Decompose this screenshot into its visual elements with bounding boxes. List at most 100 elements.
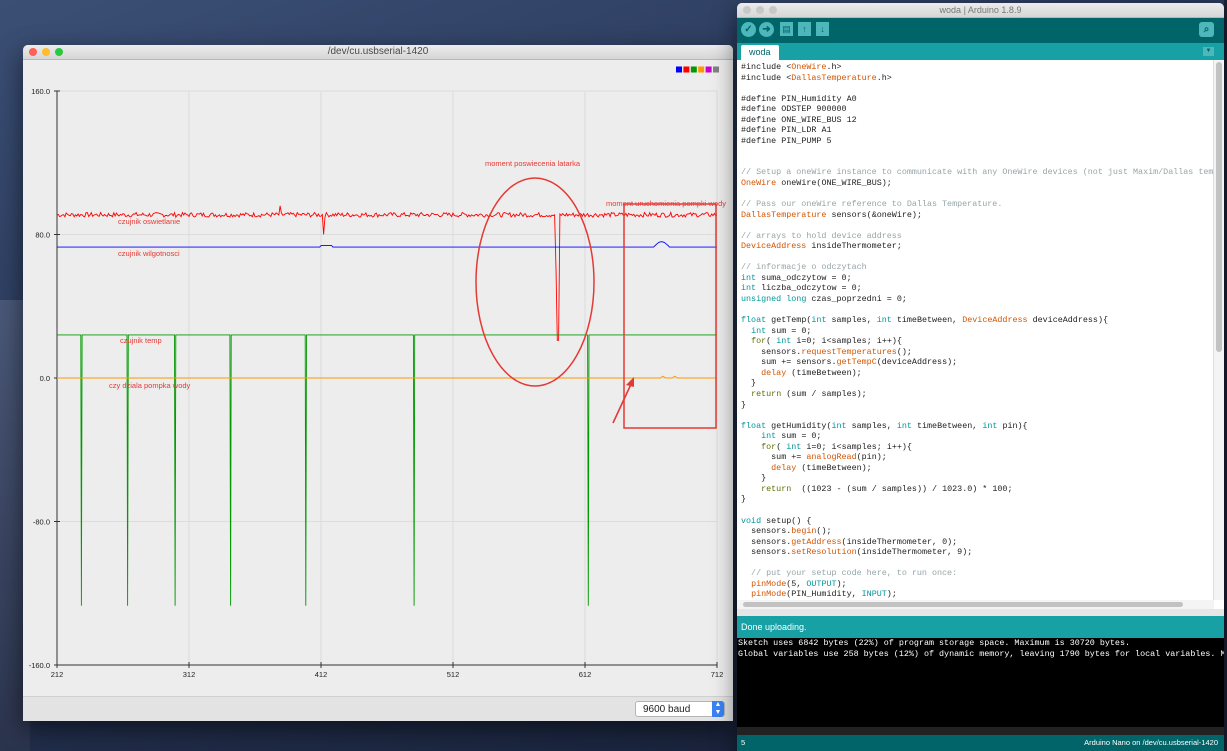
ide-tabbar: woda ▼ [737, 43, 1224, 60]
code-line: return ((1023 - (sum / samples)) / 1023.… [761, 483, 1013, 494]
y-tick-label: 0.0 [40, 374, 50, 383]
y-tick-label: -160.0 [29, 661, 50, 670]
annotation-flashlight-moment: moment poswiecenia latarka [485, 159, 581, 168]
x-tick-label: 412 [315, 670, 328, 679]
code-line: return (sum / samples); [751, 388, 867, 399]
code-line: void setup() { [741, 515, 812, 526]
legend-swatch [713, 66, 719, 73]
line-number: 5 [741, 738, 746, 747]
code-line: pinMode(PIN_Humidity, INPUT); [751, 589, 897, 600]
code-line: #define ODSTEP 900000 [741, 104, 847, 115]
code-line: #include <DallasTemperature.h> [741, 72, 892, 83]
legend-swatch [676, 66, 682, 73]
verify-check-icon[interactable]: ✓ [741, 22, 756, 37]
code-line: for( int i=0; i<samples; i++){ [761, 441, 912, 452]
legend-swatch [690, 66, 697, 73]
source-code[interactable]: #include <OneWire.h> #include <DallasTemp… [737, 60, 1214, 600]
pane-divider[interactable] [737, 609, 1224, 616]
minimize-window-button[interactable] [42, 48, 50, 56]
minimize-window-button[interactable] [756, 6, 764, 14]
code-line: float getHumidity(int samples, int timeB… [741, 420, 1028, 431]
code-line: pinMode(5, OUTPUT); [751, 578, 847, 589]
code-line: // arrays to hold device address [741, 230, 902, 241]
close-window-button[interactable] [29, 48, 37, 56]
zoom-window-button[interactable] [55, 48, 63, 56]
open-file-icon[interactable]: ↑ [798, 22, 811, 36]
code-line: #include <OneWire.h> [741, 62, 842, 72]
tab-menu-chevron-icon[interactable]: ▼ [1203, 47, 1214, 56]
editor-horizontal-scrollbar[interactable] [737, 600, 1214, 609]
code-line: unsigned long czas_poprzedni = 0; [741, 294, 907, 305]
upload-arrow-icon[interactable]: ➜ [759, 22, 774, 37]
annotation-arrow-shaft [612, 381, 633, 424]
new-file-icon[interactable]: ▤ [780, 22, 793, 36]
output-console: Sketch uses 6842 bytes (22%) of program … [737, 638, 1224, 735]
plotter-title: /dev/cu.usbserial-1420 [327, 46, 429, 57]
series-line-blue [57, 241, 717, 248]
scrollbar-thumb[interactable] [1216, 62, 1222, 352]
code-line: delay (timeBetween); [771, 462, 872, 473]
code-line: // Setup a oneWire instance to communica… [741, 167, 1214, 178]
ide-title: woda | Arduino 1.8.9 [939, 5, 1022, 15]
board-info: Arduino Nano on /dev/cu.usbserial-1420 [1084, 738, 1218, 747]
code-line: DallasTemperature sensors(&oneWire); [741, 209, 922, 220]
code-line: } [741, 494, 747, 505]
plotter-titlebar[interactable]: /dev/cu.usbserial-1420 [23, 45, 733, 60]
close-window-button[interactable] [743, 6, 751, 14]
code-line: int sum = 0; [751, 325, 812, 336]
serial-plotter-window: /dev/cu.usbserial-1420 160.0 80.0 0.0 -80.0… [23, 45, 733, 721]
x-tick-label: 512 [447, 670, 460, 679]
annotation-circle [475, 177, 595, 387]
code-line: #define PIN_Humidity A0 [741, 93, 857, 104]
x-tick-label: 712 [711, 670, 724, 679]
tab-woda[interactable]: woda [741, 45, 779, 60]
save-file-icon[interactable]: ↓ [816, 22, 829, 36]
serial-monitor-icon[interactable]: ⌕ [1199, 22, 1214, 37]
ide-titlebar[interactable]: woda | Arduino 1.8.9 [737, 3, 1224, 18]
ide-footer: 5 Arduino Nano on /dev/cu.usbserial-1420 [737, 735, 1224, 751]
code-editor[interactable]: #include <OneWire.h> #include <DallasTemp… [737, 60, 1214, 600]
console-scrollbar[interactable] [737, 727, 1224, 735]
annotation-pump-running: czy dziala pompka wody [109, 381, 191, 390]
select-arrows-icon: ▲ ▼ [712, 701, 724, 717]
plot-area: 160.0 80.0 0.0 -80.0 -160.0 212 312 412 512 612 71… [23, 60, 733, 696]
scrollbar-thumb[interactable] [743, 602, 1183, 607]
y-tick-label: 160.0 [31, 87, 50, 96]
code-line: // put your setup code here, to run once… [741, 568, 958, 579]
baud-rate-select[interactable]: 9600 baud ▲ ▼ [635, 701, 725, 717]
y-tick-label: 80.0 [35, 231, 50, 240]
y-tick-label: -80.0 [33, 518, 50, 527]
baud-rate-value: 9600 baud [643, 704, 691, 715]
code-line: sensors.begin(); [751, 526, 832, 537]
code-line: } [741, 473, 767, 484]
code-line: #define PIN_LDR A1 [741, 125, 832, 136]
code-line: sensors.getAddress(insideThermometer, 0)… [751, 536, 958, 547]
editor-vertical-scrollbar[interactable] [1213, 60, 1224, 600]
code-line: sum += sensors.getTempC(deviceAddress); [761, 357, 958, 368]
zoom-window-button[interactable] [769, 6, 777, 14]
console-line: Global variables use 258 bytes (12%) of … [738, 648, 1224, 659]
x-tick-label: 612 [579, 670, 592, 679]
series-line-orange [57, 375, 717, 379]
legend-swatch [705, 66, 712, 73]
code-line: OneWire oneWire(ONE_WIRE_BUS); [741, 178, 892, 189]
code-line: } [741, 378, 757, 389]
code-line: // informacje o odczytach [741, 262, 867, 273]
annotation-temp-sensor: czujnik temp [120, 336, 162, 345]
console-line: Sketch uses 6842 bytes (22%) of program … [738, 638, 1131, 648]
code-line: sum += analogRead(pin); [771, 452, 887, 463]
annotation-humidity-sensor: czujnik wilgotnosci [118, 249, 180, 258]
status-bar: Done uploading. [737, 616, 1224, 638]
legend-swatch [698, 66, 705, 73]
code-line: for( int i=0; i<samples; i++){ [751, 336, 902, 347]
x-tick-label: 212 [51, 670, 64, 679]
serial-plot-chart: 160.0 80.0 0.0 -80.0 -160.0212 312 412 512 612 71… [29, 66, 726, 679]
